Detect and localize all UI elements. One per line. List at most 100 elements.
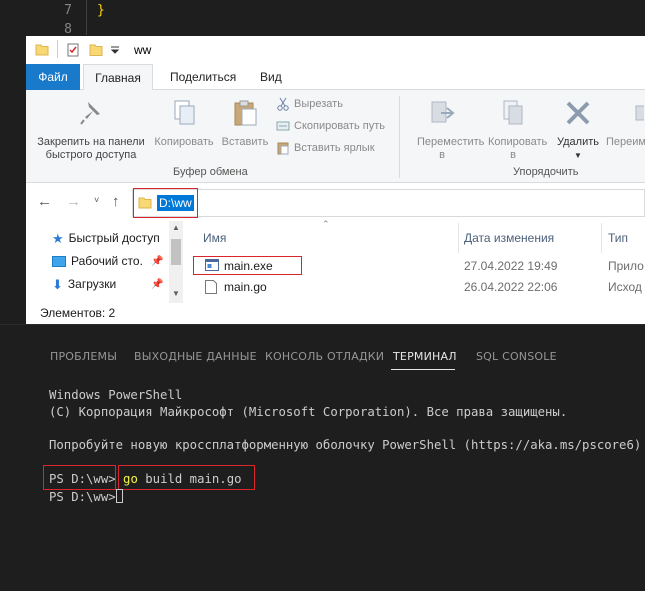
- star-icon: ★: [52, 231, 64, 246]
- copy-to-button[interactable]: Копировать в: [478, 98, 548, 162]
- delete-x-icon: [566, 101, 590, 125]
- move-to-button[interactable]: Переместить в: [406, 98, 485, 162]
- scroll-thumb[interactable]: [171, 239, 181, 265]
- copy-button[interactable]: Копировать: [152, 98, 216, 149]
- recent-locations-chevron-icon[interactable]: ˅: [94, 195, 99, 205]
- copy-path-icon: [276, 121, 290, 131]
- ribbon-tabs: Файл Главная Поделиться Вид: [26, 64, 645, 91]
- terminal-cursor: [115, 489, 123, 503]
- pin-quick-access-button[interactable]: Закрепить на панели быстрого доступа: [30, 98, 152, 162]
- active-tab-indicator: [391, 369, 455, 370]
- column-header-type[interactable]: Тип: [608, 231, 628, 245]
- copy-label: Копировать: [154, 136, 214, 148]
- pin-icon[interactable]: 📌: [151, 256, 163, 267]
- delete-label: Удалить: [557, 136, 599, 148]
- table-row[interactable]: main.go 26.04.2022 22:06 Исход: [186, 277, 645, 297]
- organize-group-label: Упорядочить: [513, 166, 579, 178]
- move-to-icon: [431, 101, 455, 123]
- terminal-input-line[interactable]: PS D:\ww>: [49, 489, 123, 504]
- line-number: 7: [64, 3, 72, 18]
- forward-arrow-icon[interactable]: →: [66, 193, 81, 210]
- scroll-up-arrow-icon[interactable]: ▲: [169, 223, 183, 232]
- command-highlight-box: [118, 465, 255, 490]
- file-name: main.go: [224, 280, 267, 294]
- scroll-down-arrow-icon[interactable]: ▼: [169, 289, 183, 298]
- rename-button[interactable]: Переим: [606, 98, 645, 149]
- customize-toolbar-icon[interactable]: [110, 46, 120, 54]
- rename-icon: [635, 105, 645, 121]
- nav-item-downloads[interactable]: ⬇ Загрузки: [52, 277, 116, 293]
- terminal-prompt: PS D:\ww>: [49, 490, 116, 504]
- tab-output[interactable]: ВЫХОДНЫЕ ДАННЫЕ: [134, 350, 257, 363]
- navigation-pane: ★ Быстрый доступ Рабочий сто. 📌 ⬇ Загрузки…: [26, 221, 186, 303]
- column-divider[interactable]: [458, 223, 459, 253]
- tab-share[interactable]: Поделиться: [158, 64, 248, 90]
- tab-file[interactable]: Файл: [26, 64, 80, 90]
- file-icon: [205, 280, 217, 294]
- terminal-line: Попробуйте новую кроссплатформенную обол…: [49, 438, 642, 452]
- divider: [57, 40, 58, 58]
- indent-guide: [86, 0, 87, 35]
- cut-label: Вырезать: [294, 98, 343, 110]
- paste-button[interactable]: Вставить: [220, 98, 270, 149]
- column-header-date[interactable]: Дата изменения: [464, 231, 554, 245]
- address-bar-row: ← → ˅ ↑ D:\ww: [26, 183, 645, 221]
- paste-label: Вставить: [221, 136, 269, 148]
- file-date: 26.04.2022 22:06: [464, 280, 558, 294]
- terminal-line: (C) Корпорация Майкрософт (Microsoft Cor…: [49, 405, 568, 419]
- file-type: Прило: [608, 259, 644, 273]
- scissors-icon: [277, 97, 289, 111]
- prompt-highlight-box: [43, 465, 116, 490]
- copy-path-label: Скопировать путь: [294, 120, 385, 132]
- copy-to-icon: [503, 100, 523, 125]
- item-count: Элементов: 2: [40, 306, 116, 320]
- paste-icon: [234, 100, 257, 126]
- paste-shortcut-label: Вставить ярлык: [294, 142, 375, 154]
- file-highlight-box: [193, 256, 302, 275]
- pin-label: Закрепить на панели быстрого доступа: [37, 136, 145, 161]
- rename-label: Переим: [606, 136, 645, 148]
- tab-sql-console[interactable]: SQL CONSOLE: [476, 350, 557, 363]
- pin-icon: [80, 102, 100, 125]
- paste-shortcut-button[interactable]: Вставить ярлык: [276, 139, 375, 157]
- column-divider[interactable]: [601, 223, 602, 253]
- column-header-name[interactable]: Имя: [203, 231, 226, 245]
- nav-item-quick-access[interactable]: ★ Быстрый доступ: [52, 231, 160, 247]
- download-arrow-icon: ⬇: [52, 277, 63, 292]
- nav-item-label: Быстрый доступ: [68, 231, 160, 246]
- desktop-icon: [52, 255, 66, 267]
- new-folder-icon[interactable]: [89, 43, 103, 57]
- line-number: 8: [64, 22, 72, 37]
- tab-debug-console[interactable]: КОНСОЛЬ ОТЛАДКИ: [265, 350, 384, 363]
- tab-problems[interactable]: ПРОБЛЕМЫ: [50, 350, 117, 363]
- chevron-down-icon: ▼: [574, 151, 582, 160]
- clipboard-group-label: Буфер обмена: [173, 166, 248, 178]
- address-input[interactable]: D:\ww: [132, 189, 645, 217]
- cut-button[interactable]: Вырезать: [276, 95, 343, 113]
- copy-path-button[interactable]: Скопировать путь: [276, 117, 385, 135]
- sort-asc-icon: ⌃: [322, 219, 330, 229]
- status-bar: Элементов: 2: [26, 303, 645, 324]
- delete-button[interactable]: Удалить ▼: [552, 98, 604, 162]
- code-editor[interactable]: 7 } 8: [0, 0, 645, 37]
- up-arrow-icon[interactable]: ↑: [112, 193, 120, 210]
- tab-view[interactable]: Вид: [248, 64, 294, 90]
- ribbon-home: Закрепить на панели быстрого доступа Коп…: [26, 90, 645, 183]
- tab-terminal[interactable]: ТЕРМИНАЛ: [393, 350, 457, 363]
- bottom-panel: ПРОБЛЕМЫ ВЫХОДНЫЕ ДАННЫЕ КОНСОЛЬ ОТЛАДКИ…: [0, 324, 645, 591]
- move-to-label: Переместить в: [417, 136, 485, 161]
- nav-pane-scrollbar[interactable]: ▲ ▼: [169, 221, 183, 303]
- code-line[interactable]: }: [97, 3, 105, 18]
- folder-icon: [35, 44, 49, 56]
- tab-home[interactable]: Главная: [83, 64, 153, 91]
- ribbon-separator: [399, 96, 400, 178]
- back-arrow-icon[interactable]: ←: [37, 193, 52, 210]
- nav-item-label: Рабочий сто.: [71, 254, 143, 268]
- file-date: 27.04.2022 19:49: [464, 259, 558, 273]
- nav-item-desktop[interactable]: Рабочий сто.: [52, 254, 143, 268]
- pin-icon[interactable]: 📌: [151, 279, 163, 290]
- copy-icon: [174, 100, 195, 125]
- title-bar[interactable]: ww: [26, 36, 645, 64]
- properties-icon[interactable]: [66, 43, 80, 57]
- file-type: Исход: [608, 280, 642, 294]
